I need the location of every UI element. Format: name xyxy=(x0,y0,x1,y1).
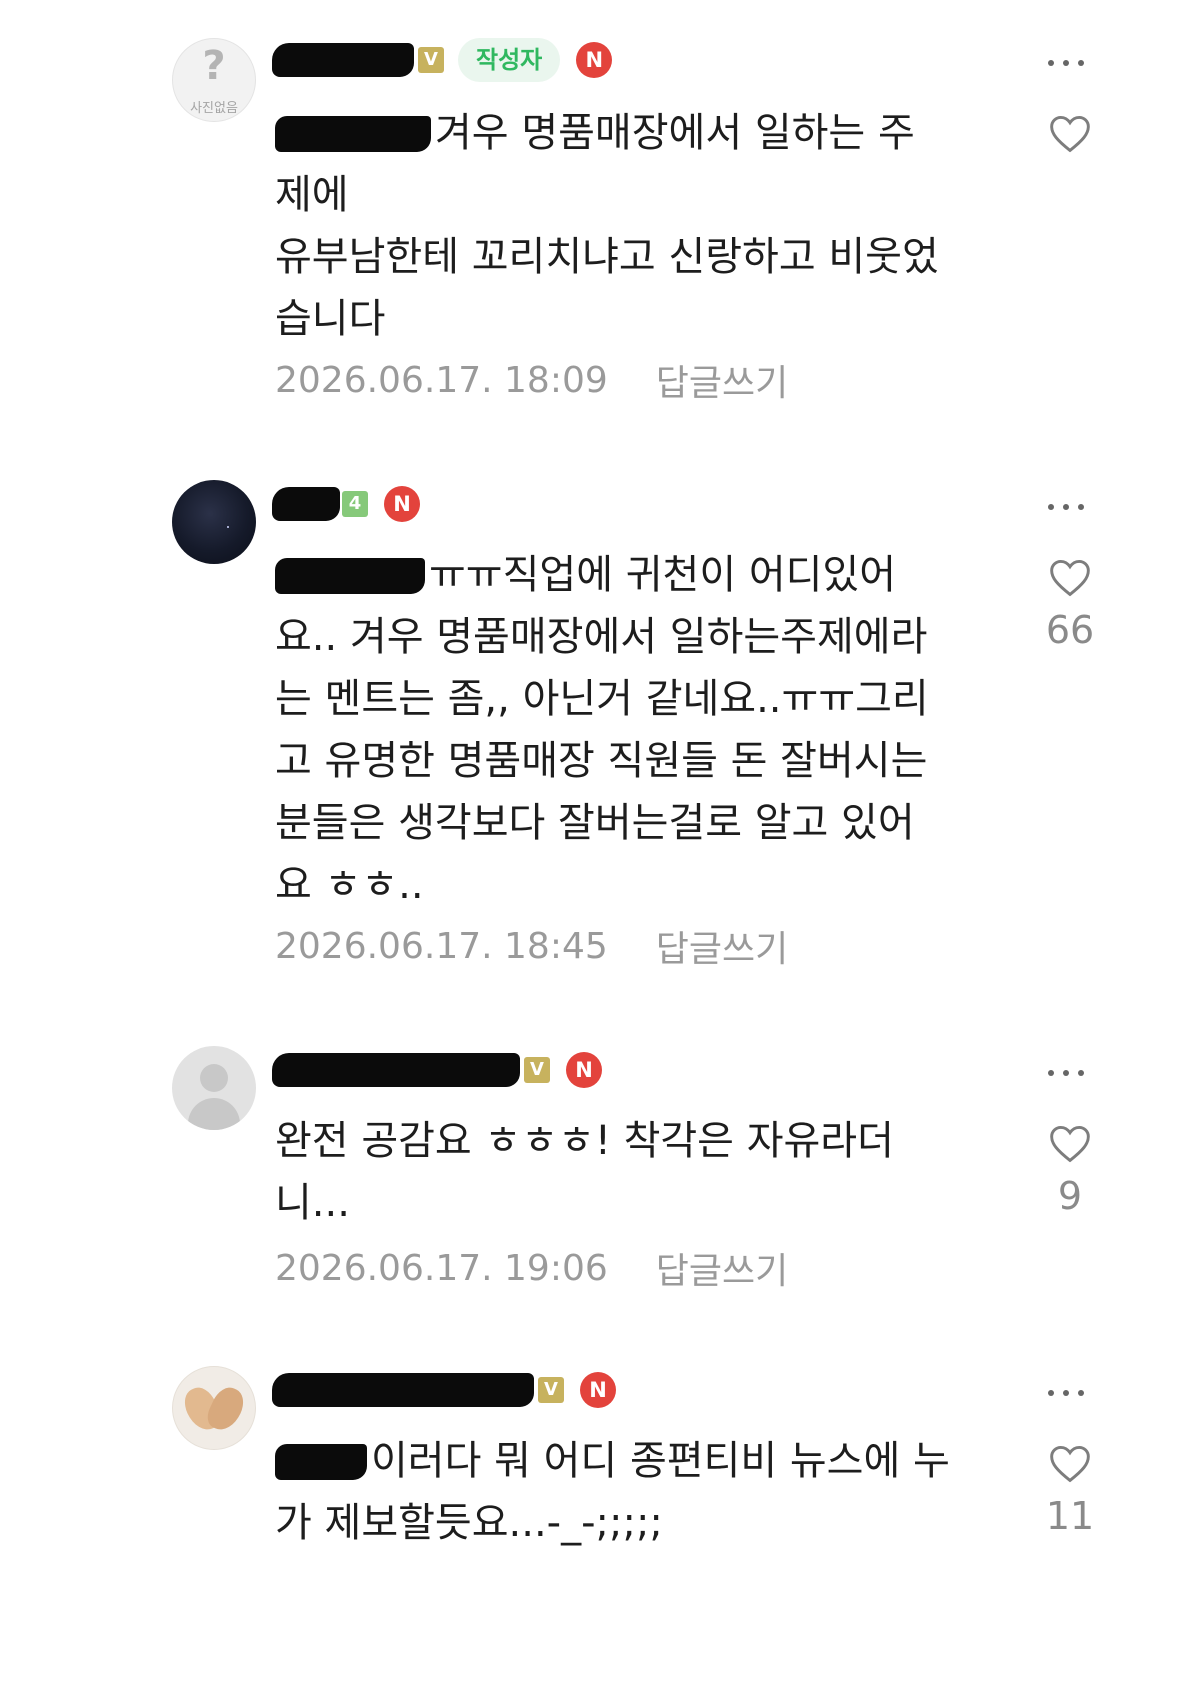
redacted-mention xyxy=(275,1444,367,1480)
comment-line: 유부남한테 꼬리치냐고 신랑하고 비웃었 xyxy=(275,234,939,280)
level-badge: 4 xyxy=(342,491,368,517)
redacted-nickname[interactable] xyxy=(272,43,414,77)
comment-author-bar: V N xyxy=(272,1364,616,1416)
default-avatar-icon xyxy=(200,1064,228,1092)
comment-date: 2026.06.17. 18:09 xyxy=(275,359,608,401)
grade-badge: V xyxy=(418,47,444,73)
grade-badge: V xyxy=(524,1057,550,1083)
comment-meta: 2026.06.17. 19:06 답글쓰기 xyxy=(275,1243,788,1293)
like-count: 11 xyxy=(1045,1494,1095,1538)
redacted-nickname[interactable] xyxy=(272,487,340,521)
like-area[interactable]: 9 xyxy=(1040,1122,1100,1218)
more-dots-icon[interactable] xyxy=(1046,57,1086,69)
avatar[interactable]: ? 사진없음 xyxy=(172,38,256,122)
comment-author-bar: V 작성자 N xyxy=(272,34,613,86)
like-count: 66 xyxy=(1045,608,1095,652)
new-badge: N xyxy=(566,1052,602,1088)
comment-line: 분들은 생각보다 잘버는걸로 알고 있어 xyxy=(275,800,915,846)
comment-meta: 2026.06.17. 18:45 답글쓰기 xyxy=(275,921,788,971)
comment-author-bar: 4 N xyxy=(272,478,420,530)
no-photo-label: 사진없음 xyxy=(190,101,238,116)
heart-outline-icon xyxy=(1050,1445,1090,1483)
redacted-nickname[interactable] xyxy=(272,1373,534,1407)
new-badge: N xyxy=(576,42,613,78)
comment-line: 는 멘트는 좀,, 아닌거 같네요..ㅠㅠ그리 xyxy=(275,676,929,722)
redacted-nickname[interactable] xyxy=(272,1053,520,1087)
comment-text: 완전 공감요 ㅎㅎㅎ! 착각은 자유라더 니... xyxy=(275,1110,1015,1234)
comment-line: 가 제보할듯요...-_-;;;;; xyxy=(275,1500,663,1546)
new-badge: N xyxy=(384,486,420,522)
comment-line: 요.. 겨우 명품매장에서 일하는주제에라 xyxy=(275,614,928,660)
reply-button[interactable]: 답글쓰기 xyxy=(656,1242,788,1294)
avatar[interactable] xyxy=(172,1366,256,1450)
author-badge: 작성자 xyxy=(458,38,561,82)
comment-line: 요 ㅎㅎ.. xyxy=(275,862,424,908)
comment-text: ㅠㅠ직업에 귀천이 어디있어 요.. 겨우 명품매장에서 일하는주제에라 는 멘… xyxy=(275,544,1015,916)
comment-line: 겨우 명품매장에서 일하는 주 xyxy=(275,102,1015,164)
heart-outline-icon xyxy=(1050,115,1090,153)
comment-line: 습니다 xyxy=(275,296,386,342)
more-dots-icon[interactable] xyxy=(1046,501,1086,513)
new-badge: N xyxy=(580,1372,616,1408)
heart-outline-icon xyxy=(1050,1125,1090,1163)
redacted-mention xyxy=(275,558,425,594)
comment-line: 니... xyxy=(275,1180,350,1226)
more-dots-icon[interactable] xyxy=(1046,1387,1086,1399)
reply-button[interactable]: 답글쓰기 xyxy=(656,354,788,406)
redacted-mention xyxy=(275,116,431,152)
like-area[interactable]: 66 xyxy=(1040,556,1100,652)
like-area[interactable]: 11 xyxy=(1040,1442,1100,1538)
comment-line: 완전 공감요 ㅎㅎㅎ! 착각은 자유라더 xyxy=(275,1118,894,1164)
comment-line: 이러다 뭐 어디 종편티비 뉴스에 누 xyxy=(275,1430,1015,1492)
comment-line: ㅠㅠ직업에 귀천이 어디있어 xyxy=(275,544,1015,606)
grade-badge: V xyxy=(538,1377,564,1403)
like-area[interactable] xyxy=(1040,112,1100,154)
comment-text: 이러다 뭐 어디 종편티비 뉴스에 누 가 제보할듯요...-_-;;;;; xyxy=(275,1430,1015,1554)
heart-outline-icon xyxy=(1050,559,1090,597)
avatar[interactable] xyxy=(172,480,256,564)
comment-date: 2026.06.17. 18:45 xyxy=(275,925,608,967)
comment-text: 겨우 명품매장에서 일하는 주 제에 유부남한테 꼬리치냐고 신랑하고 비웃었 … xyxy=(275,102,1015,350)
no-photo-question-icon: ? xyxy=(202,43,226,89)
more-dots-icon[interactable] xyxy=(1046,1067,1086,1079)
like-count: 9 xyxy=(1057,1174,1083,1218)
comment-line: 제에 xyxy=(275,172,349,218)
avatar[interactable] xyxy=(172,1046,256,1130)
reply-button[interactable]: 답글쓰기 xyxy=(656,920,788,972)
comment-meta: 2026.06.17. 18:09 답글쓰기 xyxy=(275,355,788,405)
comment-line: 고 유명한 명품매장 직원들 돈 잘버시는 xyxy=(275,738,928,784)
comment-author-bar: V N xyxy=(272,1044,602,1096)
comment-date: 2026.06.17. 19:06 xyxy=(275,1247,608,1289)
